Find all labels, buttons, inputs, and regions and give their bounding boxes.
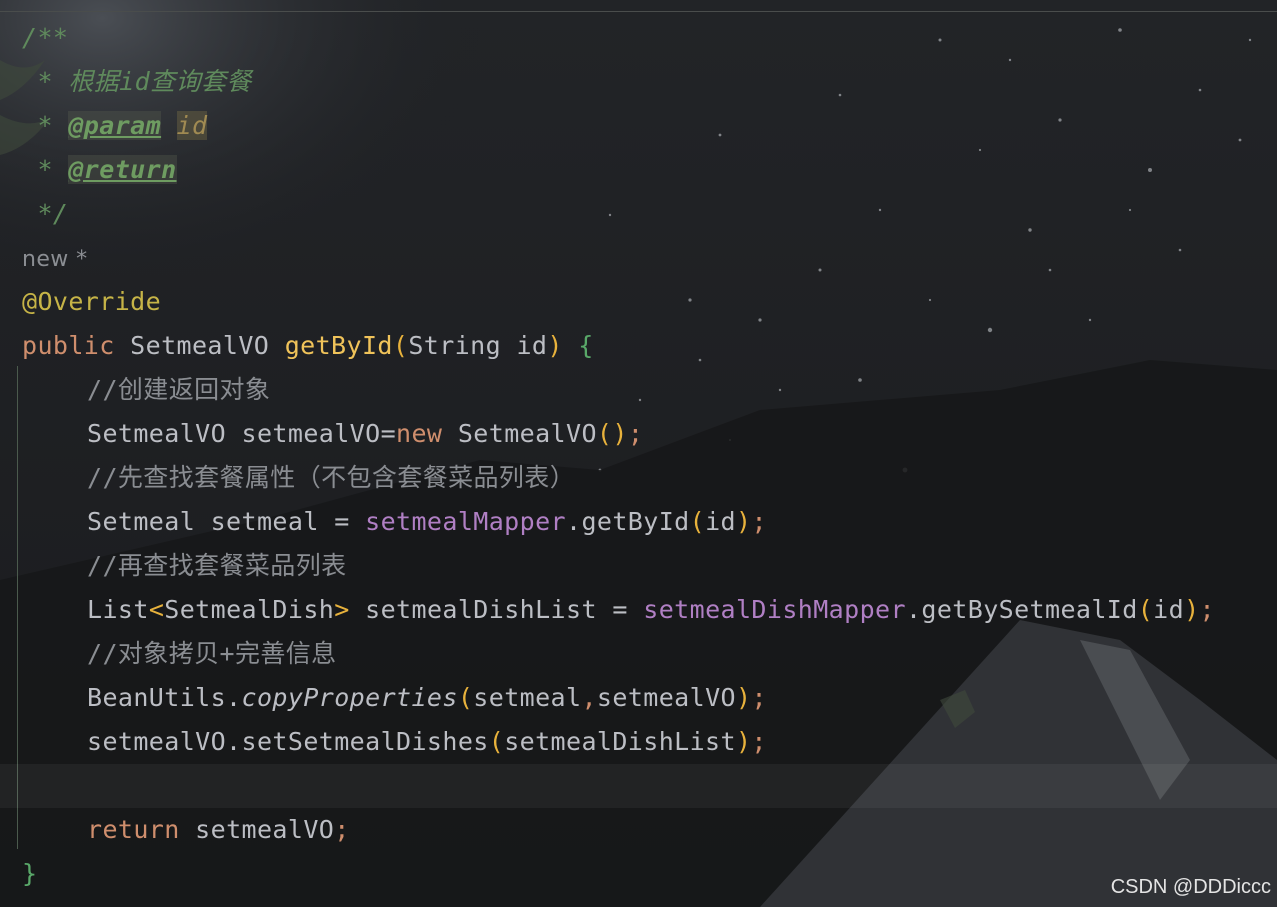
code-line-16[interactable]: setmealVO.setSetmealDishes(setmealDishLi… (0, 720, 1277, 764)
comma: , (581, 683, 597, 712)
copyproperties-call[interactable]: copyProperties (242, 683, 458, 712)
code-line-19[interactable]: } (0, 852, 1277, 896)
argument: setmealVO (596, 683, 736, 712)
inlay-hint-line: new * (0, 236, 1277, 280)
paren-open: ( (392, 331, 409, 360)
code-line-9[interactable]: SetmealVO setmealVO=new SetmealVO(); (0, 412, 1277, 456)
generic-type[interactable]: SetmealDish (164, 595, 334, 624)
paren-close: ) (735, 683, 752, 712)
paren-close: ) (735, 727, 752, 756)
semicolon: ; (1199, 595, 1215, 624)
code-line-7[interactable]: public SetmealVO getById(String id) { (0, 324, 1277, 368)
override-annotation[interactable]: @Override (22, 287, 161, 316)
code-line-14[interactable]: //对象拷贝+完善信息 (0, 632, 1277, 676)
code-line-8[interactable]: //创建返回对象 (0, 368, 1277, 412)
javadoc-param-name[interactable]: id (176, 111, 208, 140)
getbysetmealid-call[interactable]: .getBySetmealId (906, 595, 1138, 624)
semicolon: ; (751, 727, 767, 756)
argument: id (1153, 595, 1185, 624)
javadoc-param-tag[interactable]: @param (68, 111, 162, 140)
param-name[interactable]: id (516, 331, 547, 360)
code-line-12[interactable]: //再查找套餐菜品列表 (0, 544, 1277, 588)
code-line-1[interactable]: /** (0, 16, 1277, 60)
javadoc-star: * (37, 155, 69, 184)
code-line-17-current[interactable] (0, 764, 1277, 808)
method-name[interactable]: getById (285, 331, 393, 360)
paren-open: ( (689, 507, 706, 536)
javadoc-close: */ (37, 199, 69, 228)
brace-open: { (578, 331, 594, 360)
semicolon: ; (627, 419, 644, 448)
beanutils-class[interactable]: BeanUtils. (87, 683, 242, 712)
getbyid-call[interactable]: .getById (566, 507, 690, 536)
javadoc-summary: 根据id查询套餐 (68, 67, 252, 96)
javadoc-return-tag[interactable]: @return (68, 155, 177, 184)
keyword-return: return (87, 815, 180, 844)
argument: id (705, 507, 736, 536)
inlay-hint[interactable]: new * (22, 247, 87, 272)
javadoc-star: * (37, 67, 69, 96)
semicolon: ; (751, 507, 767, 536)
code-line-18[interactable]: return setmealVO; (0, 808, 1277, 852)
argument: setmeal (473, 683, 582, 712)
editor-top-border (0, 11, 1277, 12)
paren-open: ( (488, 727, 505, 756)
setmealdish-mapper-field[interactable]: setmealDishMapper (643, 595, 906, 624)
constructor-parens: () (596, 419, 628, 448)
semicolon: ; (334, 815, 350, 844)
generic-lt: < (148, 595, 165, 624)
generic-gt: > (334, 595, 350, 624)
code-line-13[interactable]: List<SetmealDish> setmealDishList = setm… (0, 588, 1277, 632)
paren-open: ( (1137, 595, 1154, 624)
dishlist-declaration: setmealDishList = (349, 595, 644, 624)
keyword-new: new (396, 419, 443, 448)
argument: setmealDishList (504, 727, 736, 756)
javadoc-open: /** (22, 23, 69, 52)
return-value: setmealVO (179, 815, 335, 844)
param-type[interactable]: String (408, 331, 501, 360)
javadoc-star: * (37, 111, 69, 140)
code-line-15[interactable]: BeanUtils.copyProperties(setmeal,setmeal… (0, 676, 1277, 720)
code-line-11[interactable]: Setmeal setmeal = setmealMapper.getById(… (0, 500, 1277, 544)
line-comment: //先查找套餐属性（不包含套餐菜品列表） (87, 463, 576, 492)
brace-close: } (22, 859, 38, 888)
code-line-4[interactable]: * @return (0, 148, 1277, 192)
code-line-5[interactable]: */ (0, 192, 1277, 236)
setmealvo-declaration: SetmealVO setmealVO= (87, 419, 397, 448)
code-line-6[interactable]: @Override (0, 280, 1277, 324)
line-comment: //再查找套餐菜品列表 (87, 551, 347, 580)
setmeal-declaration: Setmeal setmeal = (87, 507, 366, 536)
line-comment: //对象拷贝+完善信息 (87, 639, 337, 668)
setmeal-mapper-field[interactable]: setmealMapper (365, 507, 566, 536)
keyword-public: public (22, 331, 115, 360)
code-line-2[interactable]: * 根据id查询套餐 (0, 60, 1277, 104)
paren-open: ( (457, 683, 474, 712)
paren-close: ) (1184, 595, 1200, 624)
setsetmealdishes-call[interactable]: setmealVO.setSetmealDishes (87, 727, 489, 756)
code-editor[interactable]: /** * 根据id查询套餐 * @param id * @return */ … (0, 16, 1277, 896)
paren-close: ) (735, 507, 752, 536)
paren-close: ) (547, 331, 563, 360)
code-line-3[interactable]: * @param id (0, 104, 1277, 148)
constructor-call[interactable]: SetmealVO (442, 419, 597, 448)
watermark: CSDN @DDDiccc (1110, 876, 1271, 898)
return-type[interactable]: SetmealVO (130, 331, 269, 360)
semicolon: ; (751, 683, 767, 712)
line-comment: //创建返回对象 (87, 375, 271, 404)
code-line-10[interactable]: //先查找套餐属性（不包含套餐菜品列表） (0, 456, 1277, 500)
list-type[interactable]: List (87, 595, 149, 624)
